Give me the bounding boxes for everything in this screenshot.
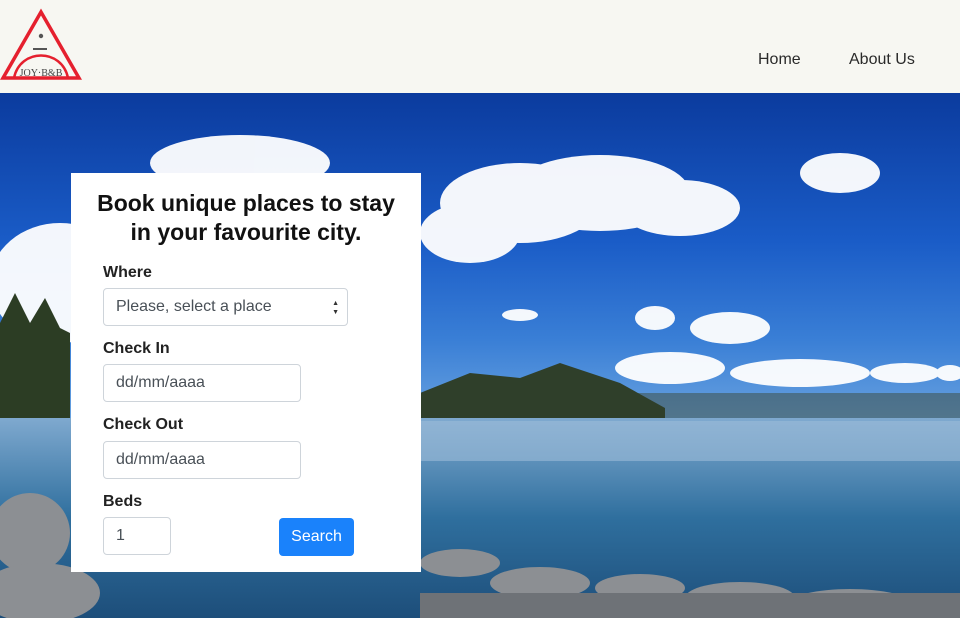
title-line-2: in your favourite city.: [130, 219, 362, 245]
top-navbar: JOY·B&B Home About Us: [0, 0, 960, 93]
checkout-date-input[interactable]: dd/mm/aaaa: [103, 441, 301, 479]
nav-home-link[interactable]: Home: [758, 50, 801, 70]
where-select[interactable]: Please, select a place ▲ ▼: [103, 288, 348, 326]
checkin-label: Check In: [103, 340, 170, 357]
checkin-value: dd/mm/aaaa: [116, 374, 205, 391]
logo-text: JOY·B&B: [20, 68, 63, 79]
beds-value: 1: [116, 527, 125, 544]
beds-input[interactable]: 1: [103, 517, 171, 555]
logo-icon[interactable]: JOY·B&B: [0, 8, 82, 84]
checkin-date-input[interactable]: dd/mm/aaaa: [103, 364, 301, 402]
beds-label: Beds: [103, 493, 143, 510]
where-label: Where: [103, 264, 152, 281]
title-line-1: Book unique places to stay: [97, 190, 395, 216]
where-select-value: Please, select a place: [116, 298, 272, 315]
select-arrows-icon: ▲ ▼: [332, 300, 339, 316]
booking-form: Book unique places to stay in your favou…: [71, 173, 421, 572]
booking-title: Book unique places to stay in your favou…: [71, 189, 421, 247]
checkout-value: dd/mm/aaaa: [116, 451, 205, 468]
search-button[interactable]: Search: [279, 518, 354, 556]
nav-about-us-link[interactable]: About Us: [849, 50, 915, 70]
checkout-label: Check Out: [103, 416, 184, 433]
